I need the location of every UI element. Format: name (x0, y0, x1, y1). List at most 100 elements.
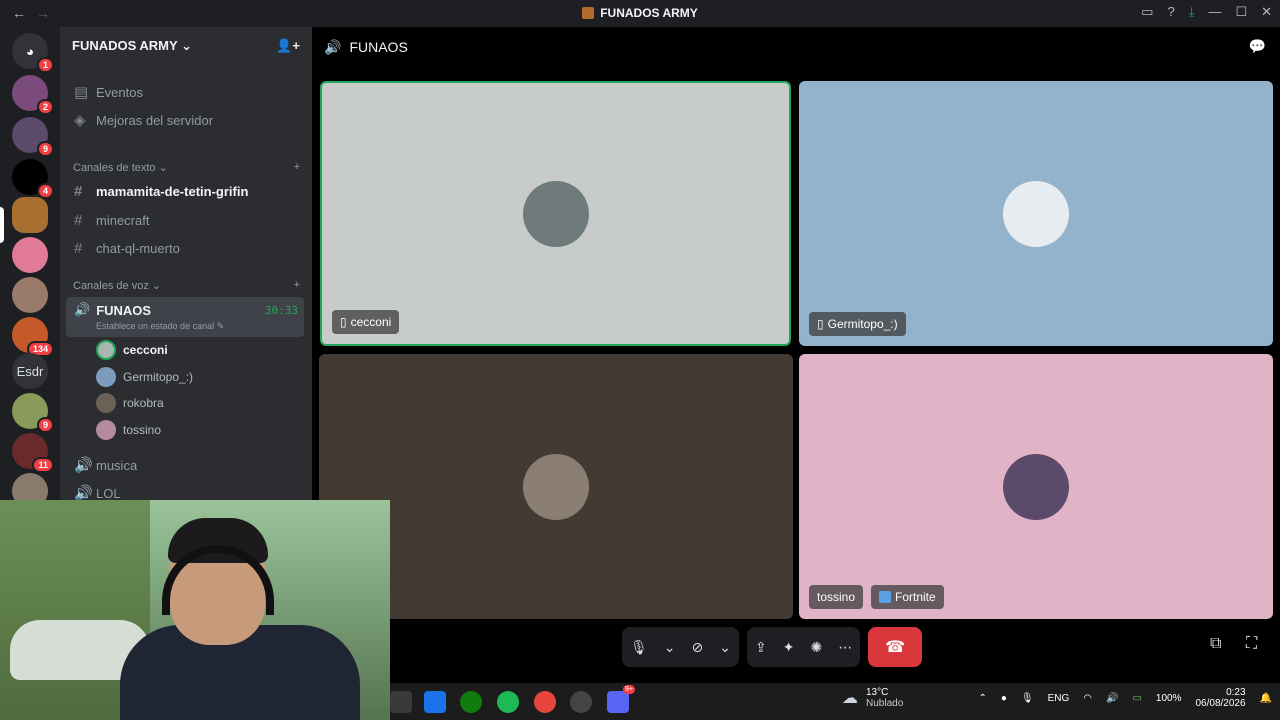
language-indicator[interactable]: ENG (1048, 693, 1070, 704)
voice-channel-musica[interactable]: 🔊 musica (68, 452, 304, 478)
hash-icon: # (74, 211, 83, 229)
avatar (1003, 180, 1069, 247)
participant-tile[interactable]: ▯ Germitopo_:) (799, 81, 1273, 346)
chrome-icon[interactable] (534, 691, 556, 713)
avatar (96, 420, 116, 440)
app-icon[interactable] (390, 691, 412, 713)
server-icon[interactable]: 134 (12, 317, 54, 357)
channel-chat-ql-muerto[interactable]: # chat-ql-muerto (68, 235, 304, 261)
popout-icon[interactable]: ⧉ (1210, 635, 1221, 653)
voice-category[interactable]: Canales de voz ⌄ + (73, 279, 300, 292)
speaker-icon: 🔊 (324, 38, 342, 55)
battery-percent: 100% (1155, 692, 1182, 704)
events-item[interactable]: ▤ Eventos (68, 79, 304, 105)
help-icon[interactable]: ? (1167, 4, 1174, 20)
activity-group: ⇪ ✦ ✺ ⋯ (746, 627, 861, 667)
battery-icon[interactable]: ▭ (1132, 693, 1141, 704)
volume-icon[interactable]: 🔊 (1106, 693, 1118, 704)
spotify-icon[interactable] (497, 691, 519, 713)
server-icon-text[interactable]: Esdr (12, 353, 48, 389)
hash-icon: # (74, 182, 83, 200)
title-bar: ← → FUNADOS ARMY ▭ ? ⤓ — ☐ ✕ (0, 0, 1280, 27)
participant-tile[interactable] (319, 354, 793, 619)
server-icon[interactable]: 11 (12, 433, 54, 473)
mic-camera-group: 🎙 ⌄ ⊘ ⌄ (622, 627, 739, 667)
webcam-overlay (0, 500, 390, 720)
screen-share-icon[interactable]: ⇪ (755, 639, 767, 656)
server-list: ◕ 1 2 9 4 134 Esdr 9 11 (0, 27, 60, 509)
hang-up-icon: ☎ (885, 639, 906, 656)
soundboard-icon[interactable]: ✺ (810, 639, 822, 656)
boost-item[interactable]: ◈ Mejoras del servidor (68, 107, 304, 133)
avatar (96, 393, 116, 413)
participant-label: tossino (809, 585, 864, 609)
avatar (1003, 453, 1069, 520)
notification-icon[interactable]: 🔔 (1260, 693, 1272, 704)
invite-icon[interactable]: 👤+ (276, 38, 300, 54)
channel-minecraft[interactable]: # minecraft (68, 207, 304, 233)
server-icon[interactable] (12, 237, 48, 273)
voice-user[interactable]: tossino (96, 419, 161, 441)
avatar (96, 340, 116, 360)
mention-badge: 9 (36, 141, 54, 157)
add-channel-icon[interactable]: + (294, 161, 300, 174)
activity-label: Fortnite (871, 585, 944, 609)
pencil-icon: ✎ (216, 321, 225, 331)
call-header: 🔊 FUNAOS 💬 (324, 38, 1266, 55)
server-icon[interactable]: 9 (12, 117, 54, 157)
title-bar-actions: ▭ ? ⤓ — ☐ ✕ (1141, 4, 1272, 20)
voice-user[interactable]: rokobra (96, 392, 164, 414)
activities-icon[interactable]: ✦ (783, 639, 795, 656)
active-voice-channel[interactable]: 🔊 FUNAOS 30:33 Establece un estado de ca… (66, 297, 304, 337)
participant-tile[interactable]: tossino Fortnite (799, 354, 1273, 619)
participant-tile[interactable]: ▯ cecconi (320, 81, 791, 346)
chevron-up-icon[interactable]: ⌃ (978, 693, 986, 704)
voice-user[interactable]: Germitopo_:) (96, 366, 193, 388)
add-channel-icon[interactable]: + (294, 279, 300, 292)
discord-home-icon[interactable]: ◕ 1 (12, 33, 54, 73)
minimize-icon[interactable]: — (1208, 4, 1221, 20)
taskbar: 9+ ☁ 13°C Nublado ⌃ ● 🎙 ENG ◠ 🔊 ▭ 100% 0:… (390, 683, 1280, 720)
network-app-icon[interactable]: ● (1001, 693, 1007, 704)
disconnect-button[interactable]: ☎ (868, 627, 923, 667)
mention-badge: 9 (36, 417, 54, 433)
chevron-down-icon[interactable]: ⌄ (719, 639, 731, 656)
server-header[interactable]: FUNADOS ARMY ⌄ 👤+ (60, 27, 312, 65)
chat-icon[interactable]: 💬 (1249, 38, 1266, 55)
server-icon-funados-army[interactable] (12, 197, 48, 233)
server-icon[interactable]: 2 (12, 75, 54, 115)
participant-label: ▯ cecconi (332, 310, 400, 334)
calendar-icon: ▤ (74, 84, 89, 101)
app-icon[interactable] (424, 691, 446, 713)
obs-icon[interactable] (570, 691, 592, 713)
weather-widget[interactable]: ☁ 13°C Nublado (842, 687, 903, 709)
discord-icon[interactable]: 9+ (607, 685, 635, 713)
avatar (96, 367, 116, 387)
channel-status-prompt[interactable]: Establece un estado de canal (96, 321, 214, 331)
channel-mamamita[interactable]: # mamamita-de-tetin-grifin (68, 178, 304, 204)
avatar (523, 453, 589, 520)
text-category[interactable]: Canales de texto ⌄ + (73, 161, 300, 174)
voice-user[interactable]: cecconi (96, 339, 168, 361)
mention-badge: 1 (36, 57, 54, 73)
microphone-icon[interactable]: 🎙 (630, 639, 648, 656)
notification-badge: 9+ (623, 685, 635, 694)
download-icon[interactable]: ⤓ (1189, 4, 1195, 20)
maximize-icon[interactable]: ☐ (1235, 4, 1247, 20)
inbox-icon[interactable]: ▭ (1141, 4, 1153, 20)
microphone-icon[interactable]: 🎙 (1021, 693, 1034, 704)
hash-icon: # (74, 239, 83, 257)
server-icon[interactable] (12, 277, 48, 313)
camera-off-icon[interactable]: ⊘ (692, 639, 704, 656)
clock[interactable]: 0:23 06/08/2026 (1195, 687, 1245, 709)
xbox-icon[interactable] (460, 691, 482, 713)
wifi-icon[interactable]: ◠ (1083, 693, 1092, 704)
close-icon[interactable]: ✕ (1261, 4, 1272, 20)
more-icon[interactable]: ⋯ (838, 639, 852, 656)
avatar (522, 180, 589, 247)
server-icon[interactable]: 4 (12, 159, 54, 199)
chevron-down-icon[interactable]: ⌄ (664, 639, 676, 656)
fullscreen-icon[interactable]: ⛶ (1246, 635, 1257, 653)
server-icon[interactable]: 9 (12, 393, 54, 433)
call-timer: 30:33 (264, 304, 298, 317)
